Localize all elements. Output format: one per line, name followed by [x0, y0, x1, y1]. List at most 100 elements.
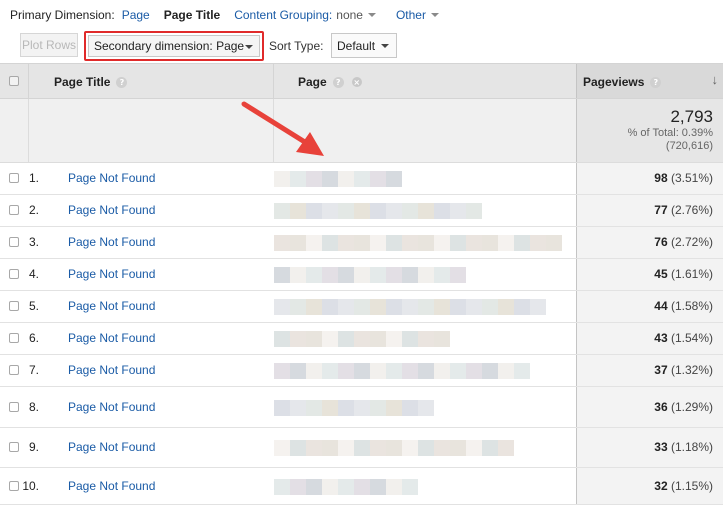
row-page-url-redacted	[274, 355, 574, 386]
row-index: 8.	[28, 400, 39, 414]
help-icon[interactable]: ?	[116, 76, 128, 88]
row-pageviews-percent: (1.32%)	[670, 363, 713, 377]
help-icon[interactable]: ?	[332, 76, 344, 88]
row-pageviews-percent: (2.72%)	[670, 235, 713, 249]
row-pageviews-percent: (1.15%)	[670, 479, 713, 493]
row-pageviews-percent: (1.61%)	[670, 267, 713, 281]
column-header-page-title[interactable]: Page Title ?	[54, 75, 128, 89]
dimension-link-page[interactable]: Page	[122, 8, 150, 22]
row-index: 1.	[28, 171, 39, 185]
other-label: Other	[395, 8, 426, 22]
row-pageviews-percent: (3.51%)	[670, 171, 713, 185]
row-index: 10.	[22, 479, 39, 493]
row-page-title-link[interactable]: Page Not Found	[68, 235, 155, 249]
row-pageviews-value: 32	[654, 479, 668, 493]
row-page-title-link[interactable]: Page Not Found	[68, 299, 155, 313]
annotation-arrow-icon	[241, 101, 324, 156]
dimension-page-title-active[interactable]: Page Title	[164, 8, 220, 22]
content-grouping-dropdown[interactable]: Content Grouping: none	[234, 8, 376, 22]
row-index: 5.	[28, 299, 39, 313]
row-checkbox-icon[interactable]	[9, 237, 19, 247]
row-checkbox-icon[interactable]	[9, 301, 19, 311]
row-pageviews-percent: (1.58%)	[670, 299, 713, 313]
help-icon[interactable]: ?	[650, 76, 662, 88]
row-pageviews-value: 98	[654, 171, 668, 185]
row-pageviews-value: 77	[654, 203, 668, 217]
other-dimension-dropdown[interactable]: Other	[396, 8, 439, 22]
row-pageviews-percent: (1.18%)	[670, 440, 713, 454]
row-page-title-link[interactable]: Page Not Found	[68, 479, 155, 493]
row-page-url-redacted	[274, 195, 574, 226]
table-row[interactable]: 6. Page Not Found 43 (1.54%)	[0, 323, 723, 355]
dropdown-caret-icon	[430, 13, 439, 17]
dropdown-caret-icon	[245, 45, 253, 49]
row-pageviews-value: 44	[654, 299, 668, 313]
secondary-dimension-button[interactable]: Secondary dimension: Page	[88, 35, 260, 57]
row-page-url-redacted	[274, 259, 574, 290]
row-pageviews-cell: 77 (2.76%)	[576, 195, 723, 226]
row-pageviews-cell: 98 (3.51%)	[576, 163, 723, 194]
row-page-title-link[interactable]: Page Not Found	[68, 363, 155, 377]
table-row[interactable]: 7. Page Not Found 37 (1.32%)	[0, 355, 723, 387]
plot-rows-button[interactable]: Plot Rows	[20, 33, 78, 57]
row-checkbox-icon[interactable]	[9, 269, 19, 279]
sort-type-label: Sort Type:	[269, 39, 324, 53]
column-header-page[interactable]: Page ? ×	[298, 75, 362, 89]
select-all-checkbox-icon[interactable]	[9, 76, 19, 86]
row-index: 9.	[28, 440, 39, 454]
row-page-title-link[interactable]: Page Not Found	[68, 171, 155, 185]
row-checkbox-icon[interactable]	[9, 481, 19, 491]
row-page-url-redacted	[274, 163, 574, 194]
totals-value: 2,793	[670, 107, 713, 126]
row-checkbox-icon[interactable]	[9, 333, 19, 343]
row-pageviews-cell: 32 (1.15%)	[576, 468, 723, 504]
totals-row: 2,793 % of Total: 0.39% (720,616)	[0, 99, 723, 163]
table-row[interactable]: 10. Page Not Found 32 (1.15%)	[0, 468, 723, 505]
sort-descending-icon[interactable]: ↓	[712, 72, 719, 87]
primary-dimension-bar: Primary Dimension: Page Page Title Conte…	[0, 0, 723, 30]
row-pageviews-percent: (2.76%)	[670, 203, 713, 217]
table-row[interactable]: 2. Page Not Found 77 (2.76%)	[0, 195, 723, 227]
row-index: 2.	[28, 203, 39, 217]
row-checkbox-icon[interactable]	[9, 442, 19, 452]
table-row[interactable]: 8. Page Not Found 36 (1.29%)	[0, 387, 723, 428]
content-grouping-label: Content Grouping:	[234, 8, 333, 22]
row-pageviews-value: 76	[654, 235, 668, 249]
table-row[interactable]: 9. Page Not Found 33 (1.18%)	[0, 428, 723, 468]
totals-grand-total: (720,616)	[665, 140, 713, 152]
secondary-dimension-label: Secondary dimension: Page	[94, 39, 245, 53]
row-page-title-link[interactable]: Page Not Found	[68, 440, 155, 454]
row-pageviews-percent: (1.54%)	[670, 331, 713, 345]
row-page-title-link[interactable]: Page Not Found	[68, 267, 155, 281]
row-pageviews-cell: 43 (1.54%)	[576, 323, 723, 354]
row-page-url-redacted	[274, 428, 574, 467]
row-checkbox-icon[interactable]	[9, 365, 19, 375]
table-row[interactable]: 5. Page Not Found 44 (1.58%)	[0, 291, 723, 323]
row-checkbox-icon[interactable]	[9, 173, 19, 183]
table-row[interactable]: 3. Page Not Found 76 (2.72%)	[0, 227, 723, 259]
row-index: 6.	[28, 331, 39, 345]
content-grouping-value: none	[336, 8, 363, 22]
row-page-title-link[interactable]: Page Not Found	[68, 203, 155, 217]
remove-dimension-icon[interactable]: ×	[351, 77, 362, 87]
row-index: 7.	[28, 363, 39, 377]
primary-dimension-label: Primary Dimension:	[10, 8, 115, 22]
table-row[interactable]: 1. Page Not Found 98 (3.51%)	[0, 163, 723, 195]
dropdown-caret-icon	[367, 13, 376, 17]
row-pageviews-cell: 45 (1.61%)	[576, 259, 723, 290]
row-checkbox-icon[interactable]	[9, 205, 19, 215]
row-page-url-redacted	[274, 227, 574, 258]
dropdown-caret-icon	[381, 44, 389, 48]
column-header-pageviews[interactable]: Pageviews ? ↓	[576, 64, 723, 98]
row-pageviews-value: 45	[654, 267, 668, 281]
row-page-title-link[interactable]: Page Not Found	[68, 331, 155, 345]
row-page-title-link[interactable]: Page Not Found	[68, 400, 155, 414]
select-all-cell	[0, 64, 29, 98]
totals-percent: % of Total: 0.39%	[627, 127, 713, 139]
column-divider	[273, 64, 274, 98]
totals-cb-cell	[0, 99, 29, 162]
table-row[interactable]: 4. Page Not Found 45 (1.61%)	[0, 259, 723, 291]
row-checkbox-icon[interactable]	[9, 402, 19, 412]
row-pageviews-cell: 37 (1.32%)	[576, 355, 723, 386]
sort-type-dropdown[interactable]: Default	[331, 33, 397, 58]
